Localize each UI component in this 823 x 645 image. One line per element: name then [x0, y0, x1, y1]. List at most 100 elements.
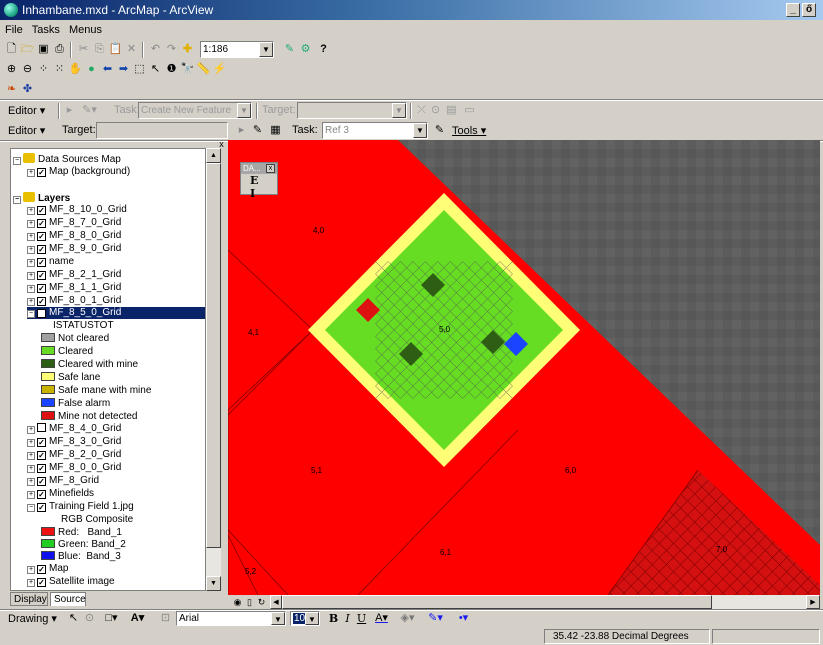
sketch-properties-icon[interactable]: ▭	[462, 103, 477, 118]
toc-layer[interactable]: + ✓ MF_8_8_0_Grid	[27, 230, 121, 242]
whats-this-icon[interactable]: ?	[316, 42, 331, 57]
toc-dataframe[interactable]: − Data Sources Map	[13, 153, 121, 165]
chevron-down-icon[interactable]: ▼	[305, 612, 319, 625]
new-document-icon[interactable]: 🗋	[4, 42, 19, 57]
toc-layer[interactable]: + ✓ Minefields	[27, 488, 94, 500]
rotate-tool-icon[interactable]: ⊙	[428, 103, 443, 118]
find-icon[interactable]: 🔭	[180, 62, 195, 77]
toc-layer[interactable]: + ✓ MF_8_9_0_Grid	[27, 243, 121, 255]
fill-color-icon[interactable]: ◈▾	[400, 611, 415, 626]
toc-dataframe[interactable]: − Layers	[13, 192, 70, 204]
checkbox[interactable]: ✓	[37, 297, 46, 306]
close-icon[interactable]: x	[266, 164, 275, 173]
menu-file[interactable]: File	[2, 22, 26, 38]
zoom-in-icon[interactable]: ⊕	[4, 62, 19, 77]
scroll-left-icon[interactable]: ◀	[270, 595, 282, 609]
toc-layer[interactable]: + ✓ MF_8_1_1_Grid	[27, 282, 121, 294]
task-combo[interactable]: Create New Feature ▼	[138, 102, 252, 119]
checkbox[interactable]: ✓	[37, 490, 46, 499]
rotate-icon[interactable]: ⊙	[82, 611, 97, 626]
checkbox[interactable]: ✓	[37, 245, 46, 254]
edit-tool-icon[interactable]: ▸	[62, 103, 77, 118]
tools-menu[interactable]: Tools ▾	[452, 124, 486, 137]
scroll-right-icon[interactable]: ▶	[806, 595, 820, 609]
tab-display[interactable]: Display	[10, 592, 48, 606]
checkbox[interactable]: ✓	[37, 219, 46, 228]
restore-button[interactable]: ő	[802, 3, 816, 17]
toc-layer[interactable]: + ✓ MF_8_0_1_Grid	[27, 295, 121, 307]
toc-layer-selected[interactable]: − ✓ MF_8_5_0_Grid	[27, 307, 205, 319]
checkbox[interactable]	[37, 423, 46, 432]
editor-menu-2[interactable]: Editor ▾	[8, 124, 45, 137]
toc-layer[interactable]: + ✓ MF_8_3_0_Grid	[27, 436, 121, 448]
font-color-icon[interactable]: A▾	[374, 611, 389, 626]
toc-layer[interactable]: + ✓ MF_8_2_0_Grid	[27, 449, 121, 461]
next-extent-icon[interactable]: ➡	[116, 62, 131, 77]
floating-toolbar-buttons[interactable]: E I	[241, 174, 277, 200]
print-icon[interactable]: ⎙	[52, 42, 67, 57]
chevron-down-icon[interactable]: ▼	[392, 103, 406, 118]
checkbox[interactable]: ✓	[37, 271, 46, 280]
expand-icon[interactable]: +	[27, 452, 35, 460]
line-color-icon[interactable]: ✎▾	[428, 611, 443, 626]
expand-icon[interactable]: +	[27, 207, 35, 215]
expand-icon[interactable]: +	[27, 465, 35, 473]
toc-scrollbar[interactable]: ▲ ▼	[206, 148, 221, 591]
checkbox[interactable]: ✓	[37, 477, 46, 486]
layer-properties-icon[interactable]: ❧	[4, 82, 19, 97]
delete-icon[interactable]: ✕	[124, 42, 139, 57]
toc-layer[interactable]: + ✓ MF_8_7_0_Grid	[27, 217, 121, 229]
arctoolbox-icon[interactable]: ⚙	[298, 42, 313, 57]
editor-toolbar-icon[interactable]: ✎	[282, 42, 297, 57]
attributes-table-icon[interactable]: ▦	[268, 123, 283, 138]
copy-icon[interactable]: ⎘	[92, 42, 107, 57]
attributes-icon[interactable]: ▤	[444, 103, 459, 118]
sketch-pencil-icon[interactable]: ✎	[432, 123, 447, 138]
target-combo-2[interactable]	[96, 122, 228, 139]
pan-icon[interactable]: ✋	[68, 62, 83, 77]
undo-icon[interactable]: ↶	[148, 42, 163, 57]
select-elements-icon[interactable]: ↖	[66, 611, 81, 626]
target-combo[interactable]: ▼	[297, 102, 407, 119]
expand-icon[interactable]: +	[27, 259, 35, 267]
bold-icon[interactable]: B	[326, 611, 341, 626]
task-combo-2[interactable]: Ref 3 ▼	[322, 122, 428, 139]
chevron-down-icon[interactable]: ▼	[237, 103, 251, 118]
fixed-zoom-out-icon[interactable]: ⁙	[52, 62, 67, 77]
scroll-up-icon[interactable]: ▲	[206, 148, 221, 163]
scroll-thumb[interactable]	[206, 163, 221, 548]
select-features-icon[interactable]: ⬚	[132, 62, 147, 77]
expand-icon[interactable]: +	[27, 298, 35, 306]
toc-layer[interactable]: + ✓ Satellite image	[27, 576, 115, 588]
rectangle-icon[interactable]: □▾	[104, 611, 119, 626]
font-size-combo[interactable]: 10 ▼	[290, 611, 320, 626]
menu-menus[interactable]: Menus	[66, 22, 105, 38]
toc-layer[interactable]: + ✓ Map (background)	[27, 166, 130, 178]
edit-tool-icon[interactable]: ▸	[234, 123, 249, 138]
drawing-menu[interactable]: Drawing ▾	[8, 612, 57, 625]
toc-layer[interactable]: + ✓ name	[27, 256, 74, 268]
map-canvas[interactable]: 4,0 4,1 5,0 5,1 6,0 6,1 7,0 5,2	[228, 140, 820, 595]
toc-layer[interactable]: + MF_8_4_0_Grid	[27, 423, 121, 435]
checkbox[interactable]: ✓	[37, 438, 46, 447]
split-tool-icon[interactable]: ⤫	[414, 103, 429, 118]
expand-icon[interactable]: +	[27, 220, 35, 228]
underline-icon[interactable]: U	[354, 611, 369, 626]
checkbox[interactable]: ✓	[37, 258, 46, 267]
chevron-down-icon[interactable]: ▼	[413, 123, 427, 138]
measure-icon[interactable]: 📏	[196, 62, 211, 77]
pencil-icon[interactable]: ✎	[250, 123, 265, 138]
identify-icon[interactable]: ❶	[164, 62, 179, 77]
expand-icon[interactable]: +	[27, 246, 35, 254]
map-display[interactable]: 4,0 4,1 5,0 5,1 6,0 6,1 7,0 5,2	[228, 140, 820, 595]
checkbox[interactable]: ✓	[37, 206, 46, 215]
expand-icon[interactable]: +	[27, 426, 35, 434]
toc-layer[interactable]: + ✓ MF_8_Grid	[27, 475, 99, 487]
hyperlink-icon[interactable]: ⚡	[212, 62, 227, 77]
toc-layer[interactable]: + ✓ MF_8_2_1_Grid	[27, 269, 121, 281]
callout-icon[interactable]: ⊡	[158, 611, 173, 626]
minimize-button[interactable]: _	[786, 3, 800, 17]
font-combo[interactable]: Arial ▼	[176, 611, 286, 626]
expand-icon[interactable]: +	[27, 272, 35, 280]
italic-icon[interactable]: I	[340, 611, 355, 626]
